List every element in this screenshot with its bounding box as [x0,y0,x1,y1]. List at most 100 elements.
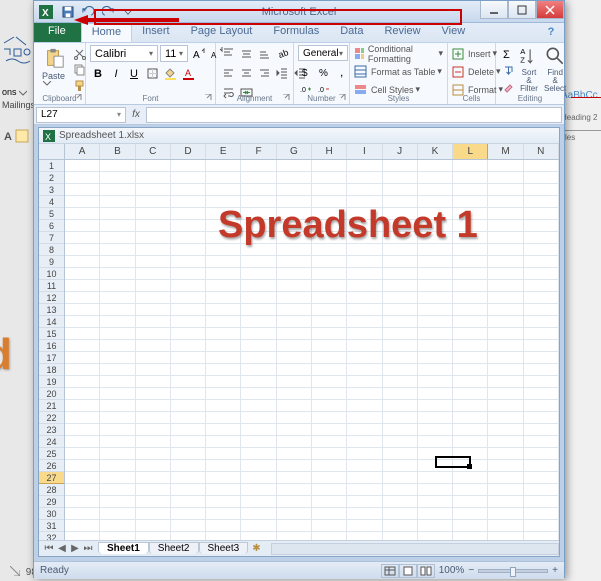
col-header-F[interactable]: F [241,144,276,159]
row-header-21[interactable]: 21 [39,400,64,412]
page-break-view-icon[interactable] [417,564,435,578]
row-header-19[interactable]: 19 [39,376,64,388]
row-header-24[interactable]: 24 [39,436,64,448]
sheet-tab-sheet1[interactable]: Sheet1 [98,542,149,554]
row-header-15[interactable]: 15 [39,328,64,340]
sheet-nav-last-icon[interactable]: ⏭ [82,543,94,554]
alignment-launcher-icon[interactable] [282,93,292,103]
fill-icon[interactable] [500,62,516,78]
title-bar[interactable]: X Microsoft Excel [34,1,564,23]
format-as-table-button[interactable]: Format as Table ▾ [354,63,442,80]
font-color-icon[interactable]: A [180,66,196,82]
row-header-1[interactable]: 1 [39,160,64,172]
zoom-in-icon[interactable]: + [552,565,558,576]
align-right-icon[interactable] [256,66,272,82]
find-select-button[interactable]: Find & Select [542,45,568,93]
copy-icon[interactable] [71,61,87,77]
row-header-22[interactable]: 22 [39,412,64,424]
col-header-N[interactable]: N [524,144,559,159]
col-header-H[interactable]: H [312,144,347,159]
row-header-6[interactable]: 6 [39,220,64,232]
tab-file[interactable]: File [34,23,81,42]
col-header-G[interactable]: G [277,144,312,159]
decrease-indent-icon[interactable] [274,66,290,82]
zoom-slider[interactable] [478,569,548,573]
row-header-23[interactable]: 23 [39,424,64,436]
sheet-grid[interactable]: ABCDEFGHIJKLMN 1234567891011121314151617… [39,144,559,540]
help-icon[interactable]: ? [544,25,558,39]
conditional-formatting-button[interactable]: Conditional Formatting ▾ [354,45,443,62]
row-header-7[interactable]: 7 [39,232,64,244]
tab-formulas[interactable]: Formulas [263,23,330,42]
row-header-3[interactable]: 3 [39,184,64,196]
close-button[interactable] [536,1,564,19]
minimize-button[interactable] [480,1,508,19]
align-middle-icon[interactable] [238,46,254,62]
row-headers[interactable]: 1234567891011121314151617181920212223242… [39,160,65,540]
border-icon[interactable] [144,66,160,82]
delete-cells-button[interactable]: Delete ▾ [452,63,501,80]
row-header-29[interactable]: 29 [39,496,64,508]
font-name-combo[interactable]: Calibri▾ [90,45,158,62]
grow-font-icon[interactable]: A [190,46,206,62]
row-header-14[interactable]: 14 [39,316,64,328]
col-header-I[interactable]: I [347,144,382,159]
col-header-J[interactable]: J [383,144,418,159]
align-left-icon[interactable] [220,66,236,82]
align-top-icon[interactable] [220,46,236,62]
horizontal-scrollbar[interactable] [271,543,559,555]
orientation-icon[interactable]: ab [274,46,290,62]
underline-icon[interactable]: U [126,66,142,82]
row-header-28[interactable]: 28 [39,484,64,496]
tab-insert[interactable]: Insert [132,23,181,42]
col-header-D[interactable]: D [171,144,206,159]
format-painter-icon[interactable] [71,77,87,93]
cut-icon[interactable] [71,45,87,61]
tab-data[interactable]: Data [330,23,374,42]
row-header-13[interactable]: 13 [39,304,64,316]
new-sheet-icon[interactable]: ✱ [248,543,264,554]
row-header-16[interactable]: 16 [39,340,64,352]
normal-view-icon[interactable] [381,564,399,578]
sheet-nav-next-icon[interactable]: ▶ [69,543,81,554]
row-header-26[interactable]: 26 [39,460,64,472]
col-header-C[interactable]: C [136,144,171,159]
percent-format-icon[interactable]: % [316,65,332,81]
clipboard-launcher-icon[interactable] [74,93,84,103]
col-header-B[interactable]: B [100,144,135,159]
number-format-combo[interactable]: General▾ [298,45,348,61]
select-all-corner[interactable] [39,144,65,160]
tab-page-layout[interactable]: Page Layout [181,23,264,42]
formula-bar[interactable] [146,107,562,123]
row-header-5[interactable]: 5 [39,208,64,220]
zoom-level[interactable]: 100% [439,565,465,576]
font-size-combo[interactable]: 11▾ [160,45,188,62]
accounting-format-icon[interactable]: $ [298,65,314,81]
workbook-title-bar[interactable]: X Spreadsheet 1.xlsx [39,128,559,144]
col-header-K[interactable]: K [418,144,453,159]
qat-dropdown-icon[interactable] [120,4,136,20]
save-icon[interactable] [60,4,76,20]
row-header-12[interactable]: 12 [39,292,64,304]
row-header-8[interactable]: 8 [39,244,64,256]
row-header-25[interactable]: 25 [39,448,64,460]
page-layout-view-icon[interactable] [399,564,417,578]
excel-app-icon[interactable]: X [38,4,54,20]
col-header-L[interactable]: L [453,144,488,159]
fx-icon[interactable]: fx [128,109,144,120]
row-header-20[interactable]: 20 [39,388,64,400]
col-header-E[interactable]: E [206,144,241,159]
cells-area[interactable] [65,160,559,540]
row-header-17[interactable]: 17 [39,352,64,364]
sheet-tab-sheet3[interactable]: Sheet3 [199,542,249,554]
col-header-M[interactable]: M [488,144,523,159]
row-header-18[interactable]: 18 [39,364,64,376]
row-header-4[interactable]: 4 [39,196,64,208]
name-box[interactable]: L27▾ [36,107,126,123]
col-header-A[interactable]: A [65,144,100,159]
insert-cells-button[interactable]: Insert ▾ [452,45,497,62]
row-header-31[interactable]: 31 [39,520,64,532]
row-header-10[interactable]: 10 [39,268,64,280]
comma-format-icon[interactable]: , [334,65,350,81]
tab-review[interactable]: Review [374,23,431,42]
